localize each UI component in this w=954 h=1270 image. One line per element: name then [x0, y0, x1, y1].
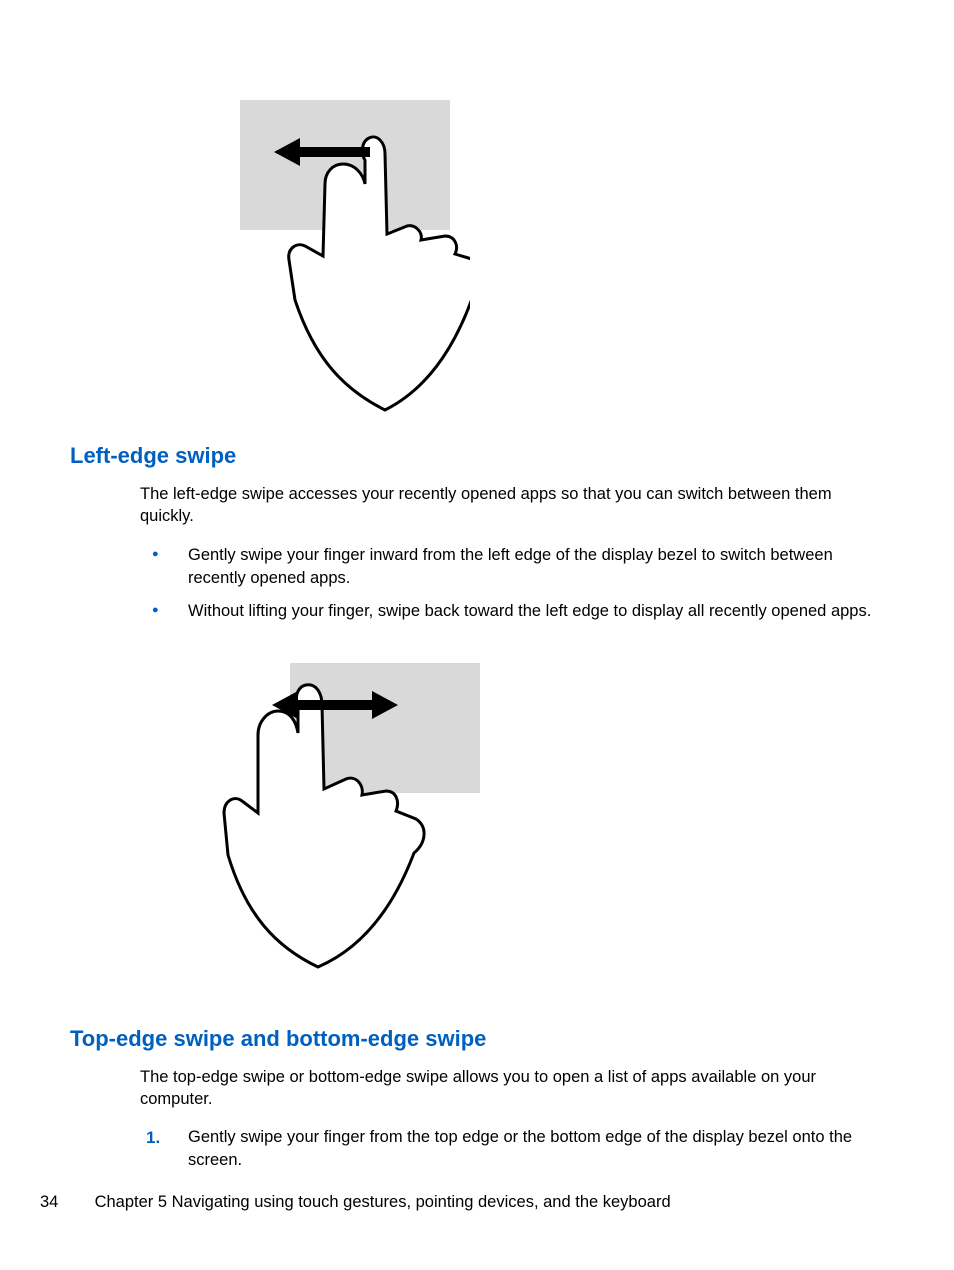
bullets-left-edge-swipe: Gently swipe your finger inward from the… [140, 544, 884, 623]
step-item: Gently swipe your finger from the top ed… [140, 1126, 884, 1172]
illustration-swipe-from-left [170, 643, 884, 1008]
heading-left-edge-swipe: Left-edge swipe [70, 443, 884, 469]
page: Left-edge swipe The left-edge swipe acce… [0, 0, 954, 1270]
illustration-swipe-from-right [170, 90, 884, 425]
heading-top-bottom-edge-swipe: Top-edge swipe and bottom-edge swipe [70, 1026, 884, 1052]
bullet-item: Gently swipe your finger inward from the… [140, 544, 884, 590]
steps-top-bottom-edge-swipe: Gently swipe your finger from the top ed… [140, 1126, 884, 1172]
chapter-label: Chapter 5 Navigating using touch gesture… [95, 1193, 671, 1211]
page-number: 34 [40, 1193, 90, 1212]
bullet-item: Without lifting your finger, swipe back … [140, 600, 884, 623]
page-footer: 34 Chapter 5 Navigating using touch gest… [40, 1193, 884, 1212]
intro-top-bottom-edge-swipe: The top-edge swipe or bottom-edge swipe … [140, 1066, 884, 1111]
intro-left-edge-swipe: The left-edge swipe accesses your recent… [140, 483, 884, 528]
